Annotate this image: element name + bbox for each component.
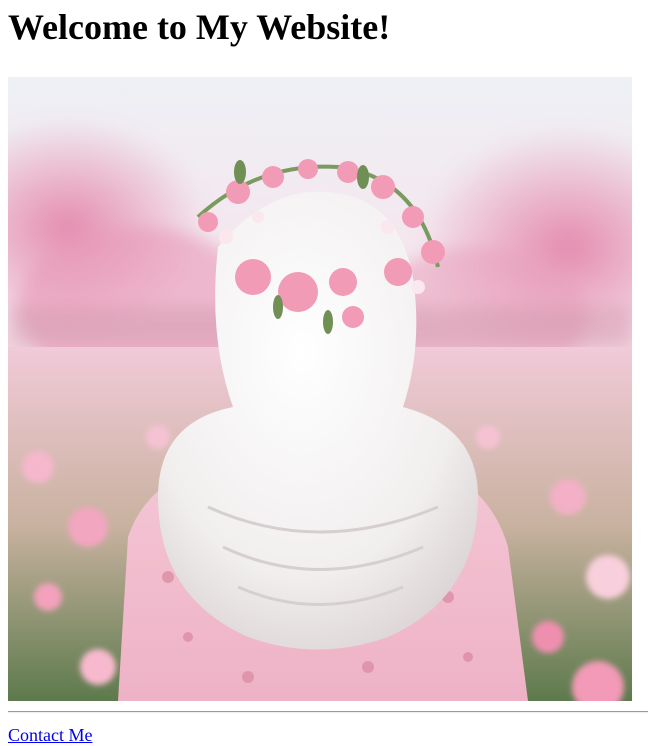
hero-illustration xyxy=(8,77,632,701)
hero-image xyxy=(8,77,632,701)
contact-link[interactable]: Contact Me xyxy=(8,724,92,746)
divider xyxy=(8,711,648,713)
page-title: Welcome to My Website! xyxy=(8,7,391,47)
